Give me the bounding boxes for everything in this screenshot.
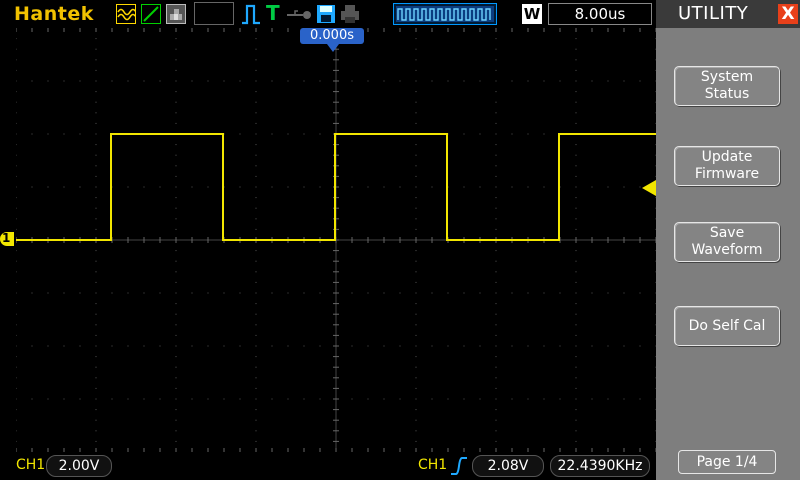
button-line: System	[700, 69, 754, 85]
memory-depth-bar	[393, 3, 497, 25]
persistence-icon[interactable]	[166, 4, 186, 24]
trigger-source-label: CH1	[418, 457, 448, 473]
waveform-display	[16, 28, 656, 452]
status-slot	[194, 2, 234, 25]
button-line: Status	[704, 86, 750, 102]
trigger-t-icon: T	[266, 1, 280, 25]
graticule	[16, 28, 656, 452]
utility-menu: UTILITY X System Status Update Firmware …	[656, 0, 800, 480]
trigger-level-readout[interactable]: 2.08V	[472, 455, 544, 477]
button-line: Waveform	[691, 242, 763, 258]
ch1-marker-label: 1	[2, 231, 11, 245]
printer-icon[interactable]	[340, 4, 360, 28]
timebase-readout[interactable]: 8.00us	[548, 3, 652, 25]
menu-title: UTILITY	[678, 3, 749, 24]
trigger-position-marker[interactable]: 0.000s	[300, 28, 364, 44]
ch1-label: CH1	[16, 457, 46, 473]
page-selector-button[interactable]: Page 1/4	[678, 450, 776, 474]
button-line: Do Self Cal	[688, 317, 766, 334]
usb-key-icon	[287, 7, 313, 26]
pulse-trigger-icon[interactable]	[240, 3, 262, 29]
save-waveform-button[interactable]: Save Waveform	[674, 222, 780, 262]
ch1-ground-marker[interactable]: 1	[0, 231, 14, 246]
button-line: Save	[709, 225, 745, 241]
close-icon[interactable]: X	[778, 4, 798, 24]
peak-detect-icon[interactable]	[141, 4, 161, 24]
rising-edge-icon	[450, 456, 468, 480]
ch1-waveform-trace	[16, 133, 656, 241]
ch1-scale[interactable]: 2.00V	[46, 455, 112, 477]
system-status-button[interactable]: System Status	[674, 66, 780, 106]
waveform-average-icon[interactable]	[116, 4, 137, 24]
status-bar: Hantek T W 8.00us	[0, 0, 656, 28]
bottom-status-bar: CH1 2.00V CH1 2.08V 22.4390KHz	[0, 452, 656, 480]
button-line: Firmware	[694, 166, 760, 182]
update-firmware-button[interactable]: Update Firmware	[674, 146, 780, 186]
menu-header: UTILITY X	[656, 0, 800, 28]
brand-logo: Hantek	[14, 3, 94, 25]
window-badge: W	[522, 4, 542, 24]
self-cal-button[interactable]: Do Self Cal	[674, 306, 780, 346]
trigger-level-marker[interactable]	[642, 180, 656, 196]
trigger-position-arrow	[327, 44, 339, 52]
button-line: Update	[701, 149, 753, 165]
floppy-save-icon[interactable]	[316, 4, 336, 28]
frequency-readout: 22.4390KHz	[550, 455, 650, 477]
